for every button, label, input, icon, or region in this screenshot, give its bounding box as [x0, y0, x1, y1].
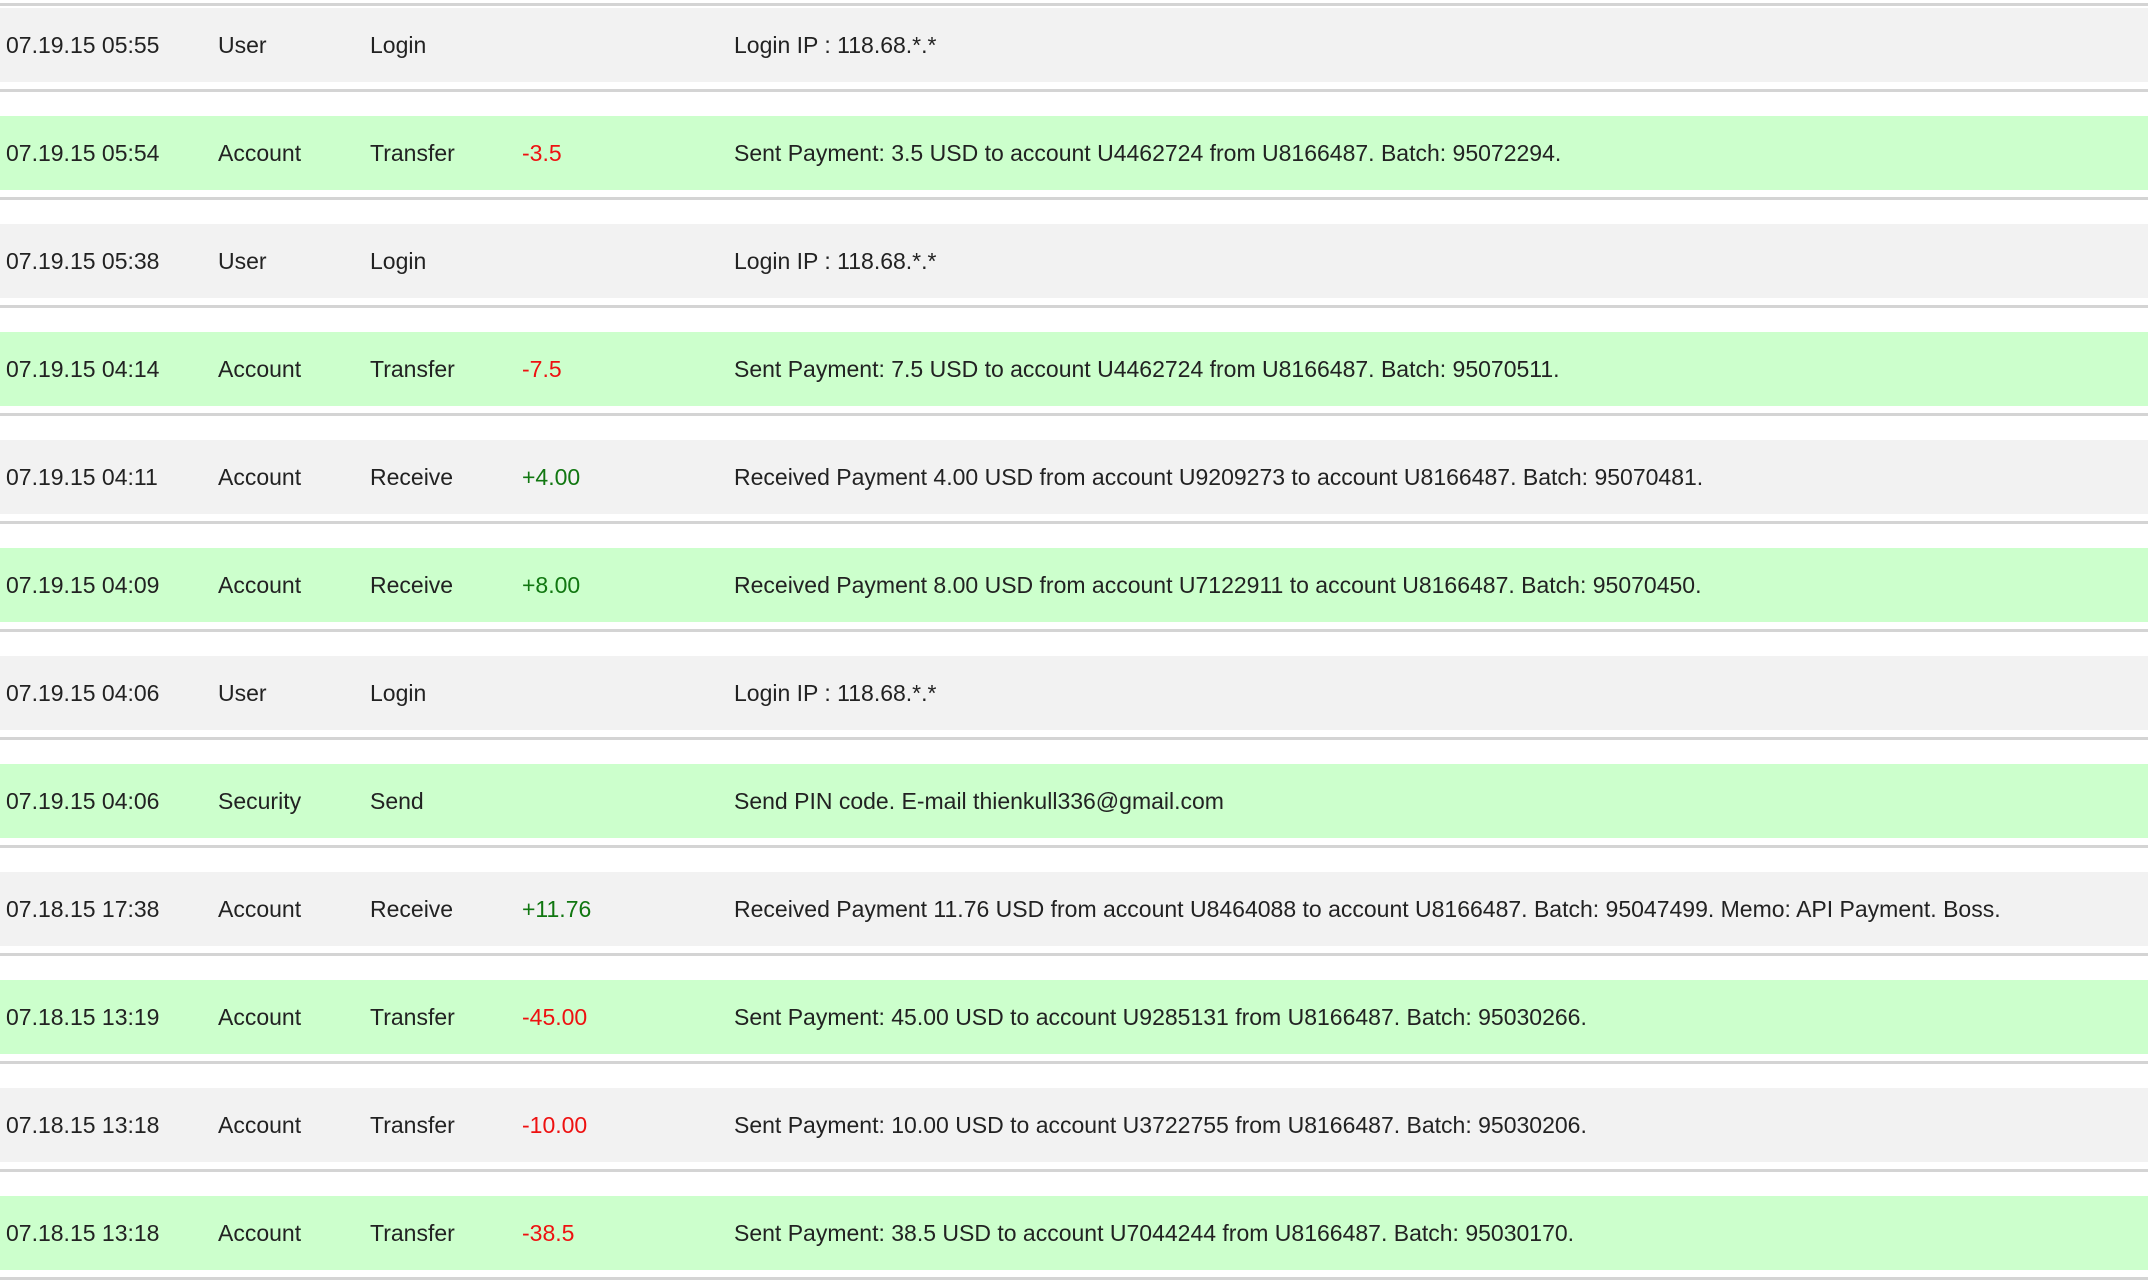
- row-divider: [0, 629, 2148, 632]
- row-divider: [0, 413, 2148, 416]
- category-cell: User: [218, 32, 267, 58]
- table-row: 07.19.15 04:14 Account Transfer -7.5 Sen…: [0, 332, 2148, 416]
- category-cell: Account: [218, 464, 302, 490]
- category-cell: Account: [218, 356, 302, 382]
- table-row: 07.18.15 17:38 Account Receive +11.76 Re…: [0, 872, 2148, 956]
- amount-cell: +11.76: [522, 896, 592, 922]
- description-cell: Login IP : 118.68.*.*: [734, 680, 937, 706]
- row-divider: [0, 953, 2148, 956]
- date-cell: 07.19.15 05:54: [6, 140, 160, 166]
- date-cell: 07.18.15 13:18: [6, 1220, 160, 1246]
- date-cell: 07.19.15 05:55: [6, 32, 160, 58]
- category-cell: Account: [218, 140, 302, 166]
- description-cell: Received Payment 8.00 USD from account U…: [734, 572, 1702, 598]
- description-cell: Received Payment 11.76 USD from account …: [734, 896, 2001, 922]
- amount-cell: -38.5: [522, 1220, 575, 1246]
- type-cell: Transfer: [370, 140, 455, 166]
- table-row: 07.19.15 04:06 Security Send Send PIN co…: [0, 764, 2148, 848]
- row-divider: [0, 305, 2148, 308]
- table-row: 07.19.15 04:11 Account Receive +4.00 Rec…: [0, 440, 2148, 524]
- type-cell: Receive: [370, 572, 454, 598]
- row-divider: [0, 1061, 2148, 1064]
- type-cell: Transfer: [370, 1112, 455, 1138]
- amount-cell: +8.00: [522, 572, 581, 598]
- category-cell: Account: [218, 1220, 302, 1246]
- table-row: 07.19.15 05:38 User Login Login IP : 118…: [0, 224, 2148, 308]
- type-cell: Receive: [370, 464, 454, 490]
- table-row: 07.18.15 13:18 Account Transfer -38.5 Se…: [0, 1196, 2148, 1280]
- amount-cell: -7.5: [522, 356, 562, 382]
- date-cell: 07.18.15 13:19: [6, 1004, 160, 1030]
- type-cell: Login: [370, 680, 427, 706]
- category-cell: User: [218, 680, 267, 706]
- date-cell: 07.19.15 04:06: [6, 788, 160, 814]
- table-row: 07.19.15 04:06 User Login Login IP : 118…: [0, 656, 2148, 740]
- description-cell: Sent Payment: 7.5 USD to account U446272…: [734, 356, 1560, 382]
- description-cell: Login IP : 118.68.*.*: [734, 32, 937, 58]
- row-divider: [0, 521, 2148, 524]
- category-cell: User: [218, 248, 267, 274]
- category-cell: Security: [218, 788, 302, 814]
- date-cell: 07.19.15 05:38: [6, 248, 160, 274]
- description-cell: Sent Payment: 38.5 USD to account U70442…: [734, 1220, 1575, 1246]
- type-cell: Send: [370, 788, 424, 814]
- type-cell: Transfer: [370, 1220, 455, 1246]
- category-cell: Account: [218, 1004, 302, 1030]
- table-row: 07.19.15 05:54 Account Transfer -3.5 Sen…: [0, 116, 2148, 200]
- type-cell: Receive: [370, 896, 454, 922]
- row-divider: [0, 1169, 2148, 1172]
- category-cell: Account: [218, 896, 302, 922]
- amount-cell: -3.5: [522, 140, 562, 166]
- category-cell: Account: [218, 572, 302, 598]
- amount-cell: -45.00: [522, 1004, 588, 1030]
- description-cell: Sent Payment: 3.5 USD to account U446272…: [734, 140, 1562, 166]
- table-row: 07.18.15 13:19 Account Transfer -45.00 S…: [0, 980, 2148, 1064]
- date-cell: 07.19.15 04:09: [6, 572, 160, 598]
- date-cell: 07.19.15 04:14: [6, 356, 160, 382]
- description-cell: Sent Payment: 10.00 USD to account U3722…: [734, 1112, 1587, 1138]
- date-cell: 07.18.15 17:38: [6, 896, 160, 922]
- date-cell: 07.19.15 04:11: [6, 464, 158, 490]
- type-cell: Transfer: [370, 1004, 455, 1030]
- amount-cell: +4.00: [522, 464, 581, 490]
- type-cell: Transfer: [370, 356, 455, 382]
- type-cell: Login: [370, 248, 427, 274]
- type-cell: Login: [370, 32, 427, 58]
- description-cell: Sent Payment: 45.00 USD to account U9285…: [734, 1004, 1587, 1030]
- description-cell: Received Payment 4.00 USD from account U…: [734, 464, 1704, 490]
- row-divider: [0, 845, 2148, 848]
- row-divider: [0, 197, 2148, 200]
- row-divider: [0, 89, 2148, 92]
- amount-cell: -10.00: [522, 1112, 588, 1138]
- table-row: 07.19.15 04:09 Account Receive +8.00 Rec…: [0, 548, 2148, 632]
- row-divider: [0, 737, 2148, 740]
- description-cell: Send PIN code. E-mail thienkull336@gmail…: [734, 788, 1224, 814]
- top-divider: [0, 3, 2148, 6]
- table-row: 07.18.15 13:18 Account Transfer -10.00 S…: [0, 1088, 2148, 1172]
- date-cell: 07.19.15 04:06: [6, 680, 160, 706]
- table-row: 07.19.15 05:55 User Login Login IP : 118…: [0, 8, 2148, 92]
- category-cell: Account: [218, 1112, 302, 1138]
- description-cell: Login IP : 118.68.*.*: [734, 248, 937, 274]
- date-cell: 07.18.15 13:18: [6, 1112, 160, 1138]
